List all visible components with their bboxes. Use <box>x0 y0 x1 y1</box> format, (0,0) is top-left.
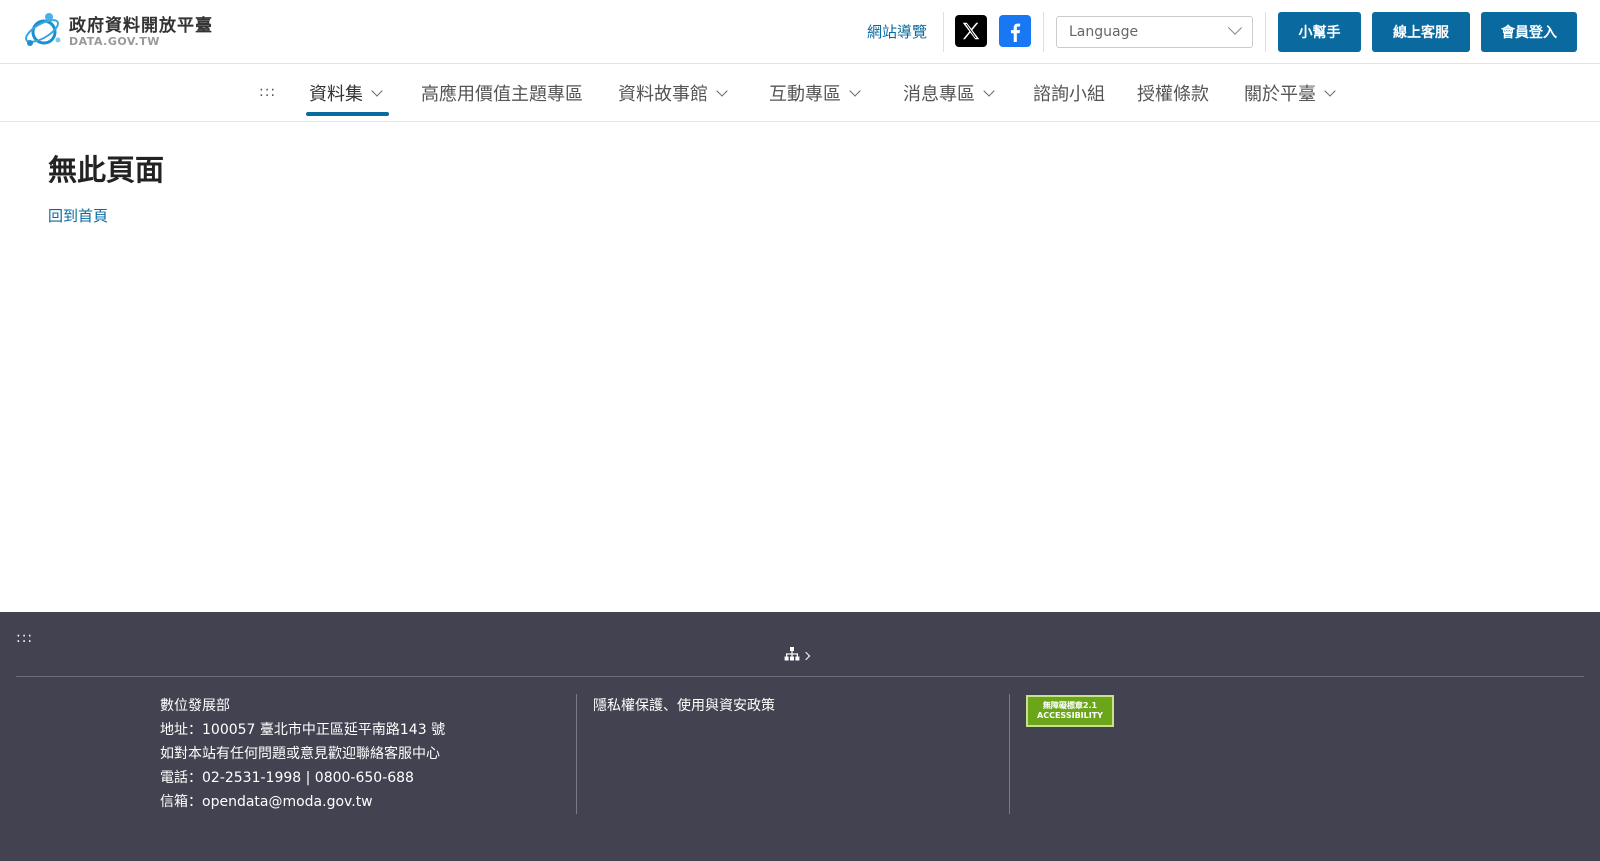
back-to-home-link[interactable]: 回到首頁 <box>48 205 108 227</box>
nav-item-news[interactable]: 消息專區 <box>903 64 995 122</box>
nav-item-data-stories[interactable]: 資料故事館 <box>618 64 728 122</box>
divider <box>1265 12 1266 52</box>
address: 地址：100057 臺北市中正區延平南路143 號 <box>160 722 446 738</box>
footer-policy-links: 隱私權保護、使用與資安政策 <box>593 694 775 718</box>
access-key-top[interactable]: ::: <box>259 84 276 100</box>
accessibility-badge-line1: 無障礙標章2.1 <box>1042 701 1098 710</box>
site-logo[interactable]: 政府資料開放平臺 DATA.GOV.TW <box>22 12 213 52</box>
accessibility-badge[interactable]: 無障礙標章2.1 ACCESSIBILITY <box>1026 695 1114 727</box>
footer-divider <box>16 676 1584 677</box>
chevron-right-icon <box>801 651 811 660</box>
nav-item-label: 授權條款 <box>1137 84 1209 105</box>
access-key-footer[interactable]: ::: <box>16 630 33 646</box>
active-nav-indicator <box>306 112 389 116</box>
nav-item-license-terms[interactable]: 授權條款 <box>1137 64 1209 122</box>
logo-subtitle: DATA.GOV.TW <box>69 35 160 48</box>
chevron-down-icon <box>371 84 383 97</box>
language-select[interactable]: Language <box>1056 16 1253 48</box>
contact-note: 如對本站有任何問題或意見歡迎聯絡客服中心 <box>160 746 440 762</box>
x-twitter-icon[interactable] <box>955 15 987 47</box>
footer-column-divider <box>1009 694 1010 814</box>
accessibility-badge-line2: ACCESSIBILITY <box>1037 711 1103 720</box>
nav-item-label: 消息專區 <box>903 84 975 105</box>
footer-column-divider <box>576 694 577 814</box>
nav-item-label: 互動專區 <box>769 84 841 105</box>
online-service-button[interactable]: 線上客服 <box>1372 12 1470 52</box>
nav-item-high-value-topics[interactable]: 高應用價值主題專區 <box>421 64 583 122</box>
language-select-value: Language <box>1069 24 1139 40</box>
phone: 電話：02-2531-1998 | 0800-650-688 <box>160 770 414 786</box>
facebook-icon[interactable] <box>999 15 1031 47</box>
page-title: 無此頁面 <box>48 153 165 187</box>
sitemap-icon <box>784 646 800 665</box>
helper-button[interactable]: 小幫手 <box>1278 12 1361 52</box>
email: 信箱：opendata@moda.gov.tw <box>160 794 373 810</box>
footer-contact-info: 數位發展部 地址：100057 臺北市中正區延平南路143 號 如對本站有任何問… <box>160 694 445 814</box>
nav-item-interactive[interactable]: 互動專區 <box>769 64 861 122</box>
logo-icon <box>22 10 64 54</box>
nav-item-label: 資料集 <box>309 84 363 105</box>
logo-title: 政府資料開放平臺 <box>69 16 213 36</box>
top-header: 政府資料開放平臺 DATA.GOV.TW 網站導覽 Language 小幫手 線… <box>0 0 1600 64</box>
nav-item-label: 資料故事館 <box>618 84 708 105</box>
nav-item-advisory-group[interactable]: 諮詢小組 <box>1033 64 1105 122</box>
footer-sitemap-toggle[interactable] <box>784 646 811 665</box>
chevron-down-icon <box>849 84 861 97</box>
privacy-policy-link[interactable]: 隱私權保護、使用與資安政策 <box>593 698 775 714</box>
nav-item-label: 諮詢小組 <box>1033 84 1105 105</box>
main-navigation: ::: 資料集 高應用價值主題專區 資料故事館 互動專區 消息專區 諮詢小組 授… <box>0 64 1600 122</box>
nav-item-label: 高應用價值主題專區 <box>421 84 583 105</box>
site-footer: ::: 數位發展部 地址：100057 臺北市中正區延平南路143 號 如對本站… <box>0 612 1600 861</box>
sitemap-link[interactable]: 網站導覽 <box>867 20 927 44</box>
chevron-down-icon <box>716 84 728 97</box>
chevron-down-icon <box>983 84 995 97</box>
nav-item-label: 關於平臺 <box>1244 84 1316 105</box>
chevron-down-icon <box>1227 20 1243 35</box>
chevron-down-icon <box>1324 84 1336 97</box>
nav-item-about[interactable]: 關於平臺 <box>1244 64 1336 122</box>
org-name: 數位發展部 <box>160 698 230 714</box>
member-login-button[interactable]: 會員登入 <box>1481 12 1577 52</box>
divider <box>943 12 944 52</box>
divider <box>1043 12 1044 52</box>
